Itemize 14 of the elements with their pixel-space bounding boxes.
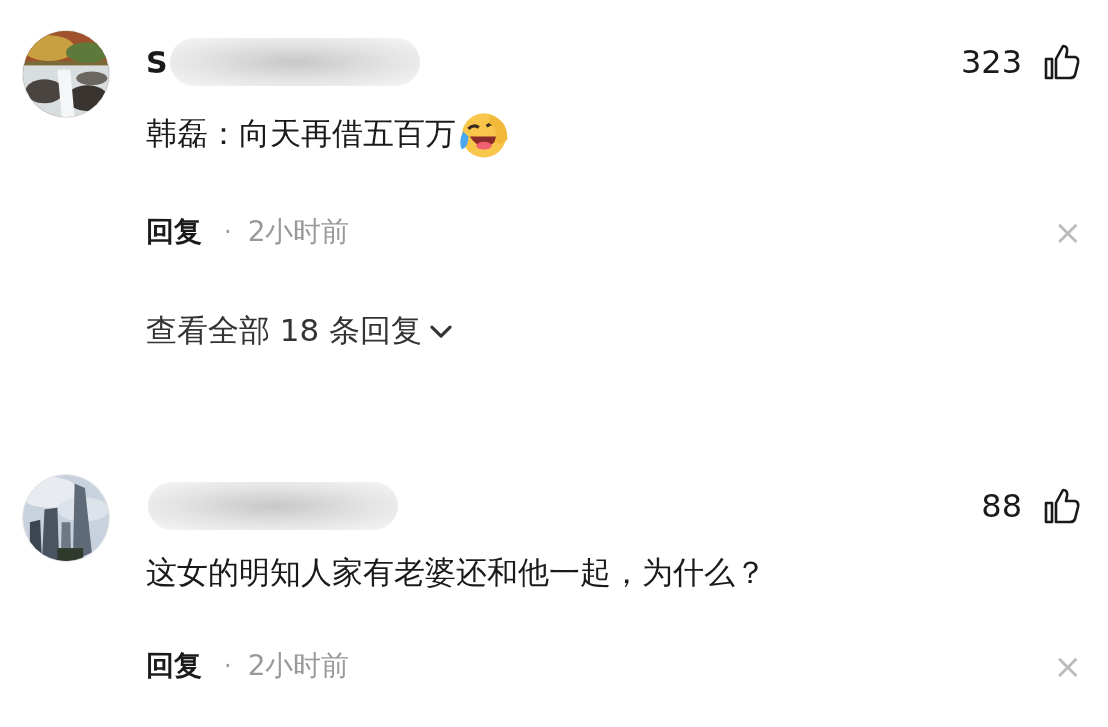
separator-dot: · (224, 652, 232, 680)
separator-dot: · (224, 218, 232, 246)
like-count: 88 (981, 487, 1022, 525)
comment-text: 韩磊：向天再借五百万 (146, 114, 456, 153)
username[interactable]: S (146, 44, 168, 80)
reply-button[interactable]: 回复 (146, 213, 202, 251)
thumbs-up-icon[interactable] (1042, 486, 1082, 526)
thumbs-up-icon[interactable] (1042, 42, 1082, 82)
timestamp: 2小时前 (247, 214, 350, 250)
timestamp: 2小时前 (247, 648, 350, 684)
comment-text: 这女的明知人家有老婆还和他一起，为什么？ (146, 553, 766, 592)
reply-button[interactable]: 回复 (146, 647, 202, 685)
view-replies-link[interactable]: 查看全部 18 条回复 (146, 310, 455, 352)
like-count: 323 (960, 43, 1022, 81)
